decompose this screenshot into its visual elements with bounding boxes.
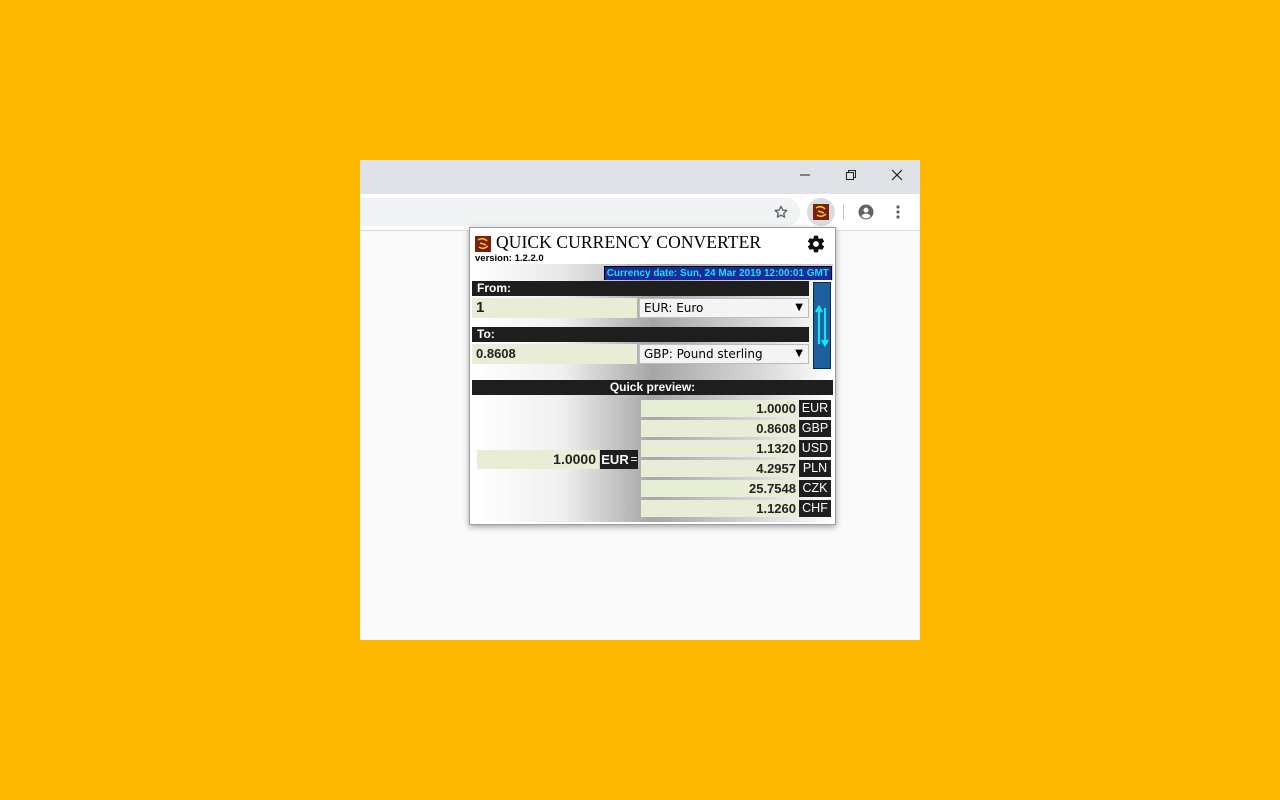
toolbar-separator <box>843 204 844 220</box>
preview-row: 25.7548 CZK <box>641 480 833 497</box>
version-text: version: 1.2.2.0 <box>475 253 544 264</box>
extension-button[interactable] <box>807 198 835 226</box>
to-section-bar: To: <box>472 327 809 342</box>
preview-row: 0.8608 GBP <box>641 420 833 437</box>
currency-date-label: Currency date: Sun, 24 Mar 2019 12:00:01… <box>603 266 832 281</box>
preview-row-currency: PLN <box>799 460 831 477</box>
preview-row-currency: EUR <box>799 400 831 417</box>
bookmark-star-button[interactable] <box>768 199 794 225</box>
preview-row-currency: USD <box>799 440 831 457</box>
dropdown-arrow-icon: ▼ <box>795 302 803 313</box>
minimize-icon <box>800 174 810 176</box>
preview-base-currency: EUR <box>600 450 630 469</box>
preview-row-value: 0.8608 <box>641 420 798 437</box>
browser-menu-button[interactable] <box>885 199 911 225</box>
swap-currencies-button[interactable] <box>813 282 831 369</box>
preview-row-currency: GBP <box>799 420 831 437</box>
preview-row: 1.0000 EUR <box>641 400 833 417</box>
address-bar[interactable] <box>360 198 800 226</box>
browser-toolbar <box>360 194 920 231</box>
preview-row-value: 1.0000 <box>641 400 798 417</box>
from-amount-input[interactable]: 1 <box>472 298 637 318</box>
date-strip: Currency date: Sun, 24 Mar 2019 12:00:01… <box>472 264 833 281</box>
from-section-bar: From: <box>472 281 809 296</box>
preview-row-value: 25.7548 <box>641 480 798 497</box>
preview-row-currency: CHF <box>799 500 831 517</box>
preview-row-value: 1.1260 <box>641 500 798 517</box>
quick-preview-bar: Quick preview: <box>472 380 833 395</box>
restore-icon <box>846 170 856 180</box>
preview-equals-sign: = <box>630 450 638 469</box>
preview-row: 1.1320 USD <box>641 440 833 457</box>
account-circle-icon <box>858 204 874 220</box>
to-currency-select[interactable]: GBP: Pound sterling ▼ <box>639 344 809 364</box>
preview-row-value: 4.2957 <box>641 460 798 477</box>
to-amount-input[interactable]: 0.8608 <box>472 344 637 364</box>
currency-converter-popup: QUICK CURRENCY CONVERTER version: 1.2.2.… <box>469 227 836 525</box>
from-currency-value: EUR: Euro <box>644 301 704 315</box>
app-title: QUICK CURRENCY CONVERTER <box>496 232 762 252</box>
to-currency-value: GBP: Pound sterling <box>644 347 763 361</box>
preview-row: 4.2957 PLN <box>641 460 833 477</box>
dropdown-arrow-icon: ▼ <box>795 348 803 359</box>
more-vert-icon <box>896 205 900 219</box>
minimize-button[interactable] <box>782 160 828 190</box>
preview-row-currency: CZK <box>799 480 831 497</box>
star-icon <box>774 205 788 218</box>
profile-button[interactable] <box>853 199 879 225</box>
preview-row-value: 1.1320 <box>641 440 798 457</box>
from-currency-select[interactable]: EUR: Euro ▼ <box>639 298 809 318</box>
restore-button[interactable] <box>828 160 874 190</box>
preview-row: 1.1260 CHF <box>641 500 833 517</box>
title-bar <box>360 160 920 194</box>
close-button[interactable] <box>874 160 920 190</box>
quick-currency-converter-icon <box>813 204 829 220</box>
swap-arrows-icon <box>815 304 829 347</box>
app-logo-icon <box>475 236 491 252</box>
settings-gear-icon[interactable] <box>806 234 826 254</box>
close-icon <box>891 169 903 181</box>
preview-base-value: 1.0000 <box>477 450 599 469</box>
